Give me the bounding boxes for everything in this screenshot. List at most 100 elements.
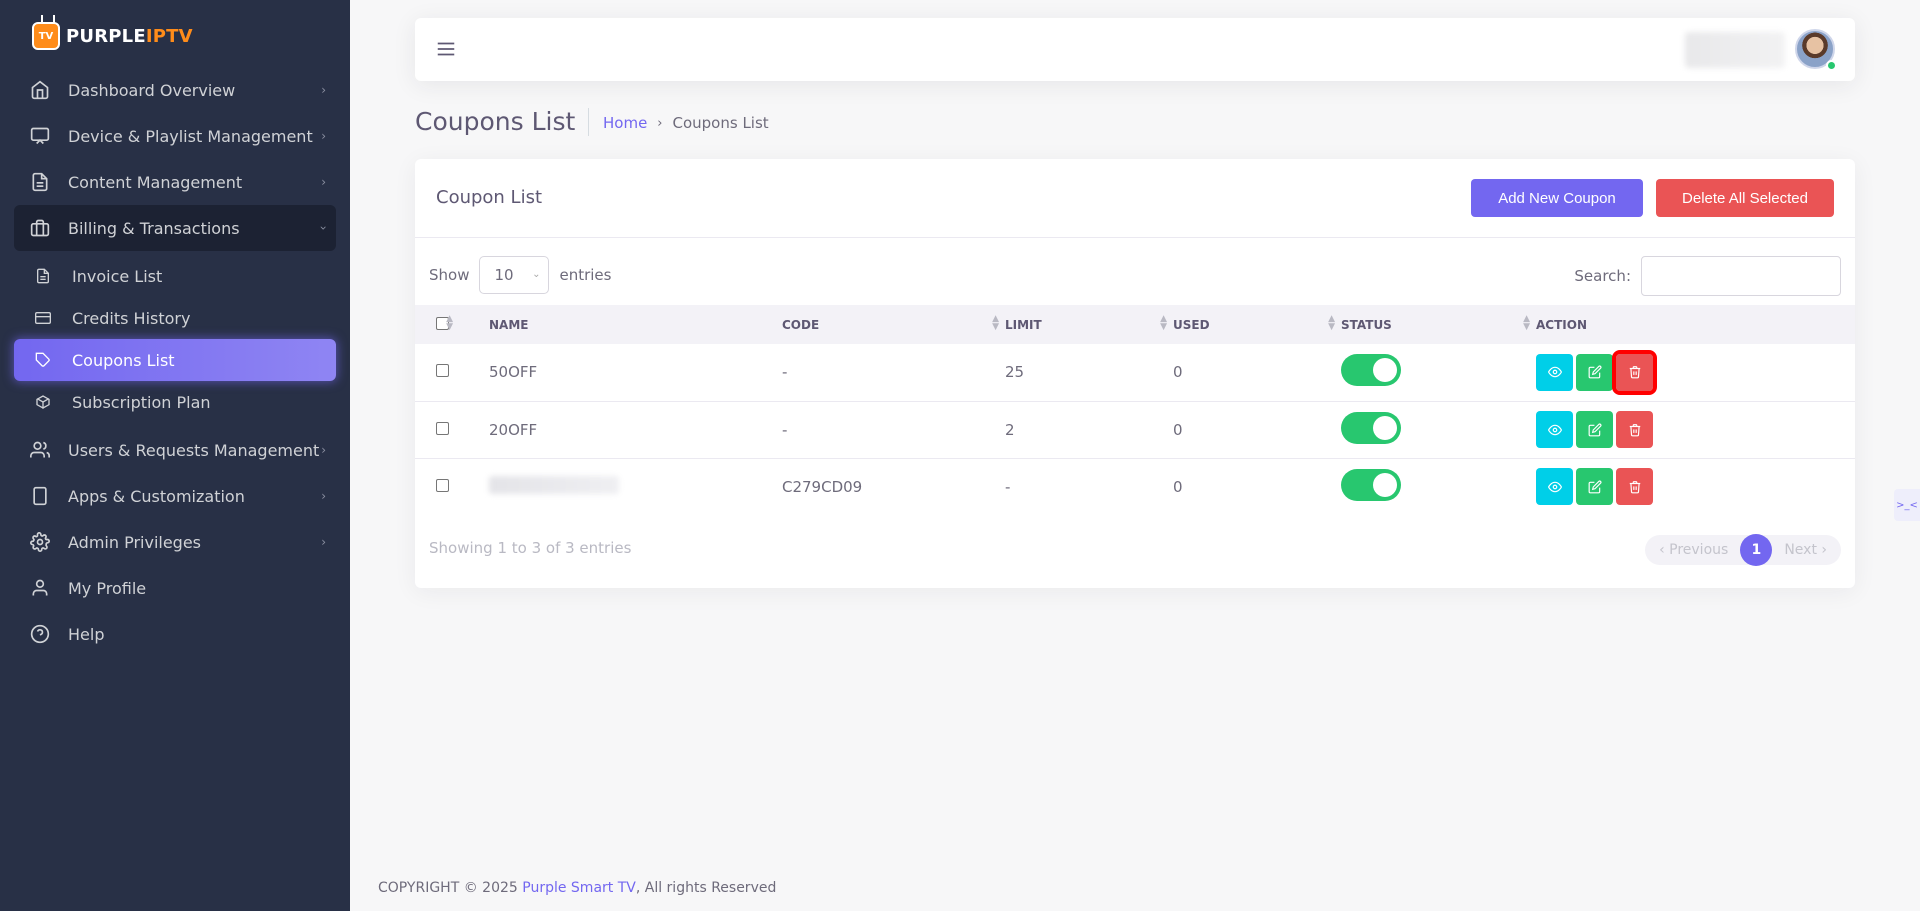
cell-limit: - (1005, 477, 1011, 496)
column-header-label: Limit (1005, 317, 1042, 332)
cell-name: 50OFF (489, 363, 538, 382)
sidebar-item-billing-transactions[interactable]: Billing & Transactions › (14, 205, 336, 251)
column-header-code[interactable]: Code ▲ ▼ (782, 305, 1005, 344)
file-icon (34, 267, 52, 285)
breadcrumb-home-link[interactable]: Home (603, 114, 647, 132)
sidebar-item-label: Help (68, 624, 105, 644)
cell-limit: 2 (1005, 420, 1015, 439)
status-toggle[interactable] (1341, 354, 1401, 387)
edit-button[interactable] (1576, 411, 1613, 448)
search-input[interactable] (1641, 256, 1841, 296)
eye-icon (1547, 366, 1562, 378)
help-circle-icon (30, 624, 50, 644)
column-header-action: Action (1536, 305, 1855, 344)
cell-name: 20OFF (489, 420, 538, 439)
status-toggle[interactable] (1341, 468, 1401, 501)
next-page-button[interactable]: Next › (1772, 542, 1841, 558)
table-header-row: ▲ ▼ Name Code ▲ ▼ Limit ▲ ▼ Used ▲ ▼ Status ▲ ▼ A… (415, 305, 1855, 344)
sidebar-item-users-requests[interactable]: Users & Requests Management › (14, 427, 336, 473)
view-button[interactable] (1536, 353, 1573, 391)
sidebar-item-help[interactable]: Help (14, 611, 336, 657)
column-header-limit[interactable]: Limit ▲ ▼ (1005, 305, 1173, 344)
row-checkbox[interactable] (436, 364, 449, 378)
sidebar-item-device-playlist[interactable]: Device & Playlist Management › (14, 113, 336, 159)
sidebar-item-my-profile[interactable]: My Profile (14, 565, 336, 611)
entries-select[interactable]: 10 ⌄ (479, 256, 550, 294)
sidebar-item-apps-customization[interactable]: Apps & Customization › (14, 473, 336, 519)
chevron-right-icon: › (321, 489, 326, 503)
sidebar-subitem-credits-history[interactable]: Credits History (14, 297, 336, 339)
cell-used: 0 (1173, 363, 1183, 382)
chevron-right-icon: › (321, 535, 326, 549)
cell-status (1341, 401, 1536, 458)
chevron-right-icon: › (321, 129, 326, 143)
table-row: 20OFF - 2 0 (415, 401, 1855, 458)
sort-icon[interactable]: ▲ ▼ (446, 315, 453, 332)
sidebar-item-content-management[interactable]: Content Management › (14, 159, 336, 205)
sort-icon: ▲ ▼ (1328, 314, 1335, 332)
column-header-label: Name (489, 317, 529, 332)
sidebar-item-label: Users & Requests Management (68, 440, 320, 460)
previous-page-button[interactable]: ‹ Previous (1645, 542, 1740, 558)
edit-button[interactable] (1576, 468, 1613, 506)
cell-code: - (782, 420, 788, 439)
row-checkbox-cell (415, 401, 469, 458)
entries-select-value: 10 (494, 266, 514, 284)
user-name-blurred[interactable] (1685, 32, 1785, 68)
chevron-right-icon: › (321, 175, 326, 189)
menu-toggle-icon[interactable] (435, 38, 457, 60)
edit-icon (1588, 480, 1601, 494)
edit-button[interactable] (1576, 353, 1613, 391)
status-toggle[interactable] (1341, 411, 1401, 444)
delete-all-selected-button[interactable]: Delete All Selected (1656, 179, 1834, 217)
file-text-icon (30, 172, 50, 192)
row-checkbox[interactable] (436, 478, 449, 492)
cell-code: C279CD09 (782, 477, 863, 496)
tag-icon (34, 351, 52, 369)
breadcrumb: Home › Coupons List (603, 114, 769, 132)
sidebar-subitem-invoice-list[interactable]: Invoice List (14, 255, 336, 297)
sort-icon: ▲ ▼ (992, 314, 999, 332)
table-row: 50OFF - 25 0 (415, 344, 1855, 401)
row-checkbox[interactable] (436, 421, 449, 435)
column-header-label: Code (782, 317, 820, 332)
brand-logo[interactable]: TV PURPLEIPTV (32, 22, 193, 50)
sidebar-subitem-label: Invoice List (72, 266, 163, 286)
entries-length-control: Show 10 ⌄ entries (429, 256, 611, 294)
sidebar-item-admin-privileges[interactable]: Admin Privileges › (14, 519, 336, 565)
chevron-right-icon: › (321, 443, 326, 457)
add-new-coupon-button[interactable]: Add New Coupon (1471, 179, 1643, 217)
sidebar-subitem-label: Credits History (72, 308, 191, 328)
column-header-label: Used (1173, 317, 1210, 332)
card-header: Coupon List Add New Coupon Delete All Se… (415, 159, 1855, 238)
table-info: Showing 1 to 3 of 3 entries (429, 539, 632, 557)
sidebar-item-label: My Profile (68, 578, 147, 598)
footer-rights: , All rights Reserved (635, 880, 777, 896)
delete-button[interactable] (1616, 468, 1653, 506)
column-header-name[interactable]: Name (469, 305, 782, 344)
page-1-button[interactable]: 1 (1740, 534, 1773, 566)
delete-button[interactable] (1616, 411, 1653, 448)
sidebar-menu: Dashboard Overview › Device & Playlist M… (14, 67, 336, 657)
cell-status (1341, 344, 1536, 401)
footer-company-link[interactable]: Purple Smart TV (522, 880, 636, 896)
sidebar-subitem-coupons-list[interactable]: Coupons List (14, 339, 336, 381)
user-icon (30, 578, 50, 598)
cell-actions (1536, 458, 1855, 515)
table-row: C279CD09 - 0 (415, 458, 1855, 515)
sidebar-subitem-label: Coupons List (72, 350, 175, 370)
customizer-toggle-icon[interactable]: >_< (1894, 489, 1920, 521)
cell-code: - (782, 363, 788, 382)
title-divider (588, 108, 589, 136)
chevron-down-icon: › (316, 225, 331, 231)
column-header-status[interactable]: Status ▲ ▼ (1341, 305, 1536, 344)
breadcrumb-current: Coupons List (672, 114, 769, 132)
eye-icon (1547, 424, 1562, 435)
view-button[interactable] (1536, 411, 1573, 448)
sidebar-item-dashboard-overview[interactable]: Dashboard Overview › (14, 67, 336, 113)
credit-card-icon (34, 309, 52, 327)
view-button[interactable] (1536, 468, 1573, 506)
delete-button[interactable] (1612, 349, 1657, 395)
column-header-used[interactable]: Used ▲ ▼ (1173, 305, 1341, 344)
sidebar-subitem-subscription-plan[interactable]: Subscription Plan (14, 381, 336, 423)
